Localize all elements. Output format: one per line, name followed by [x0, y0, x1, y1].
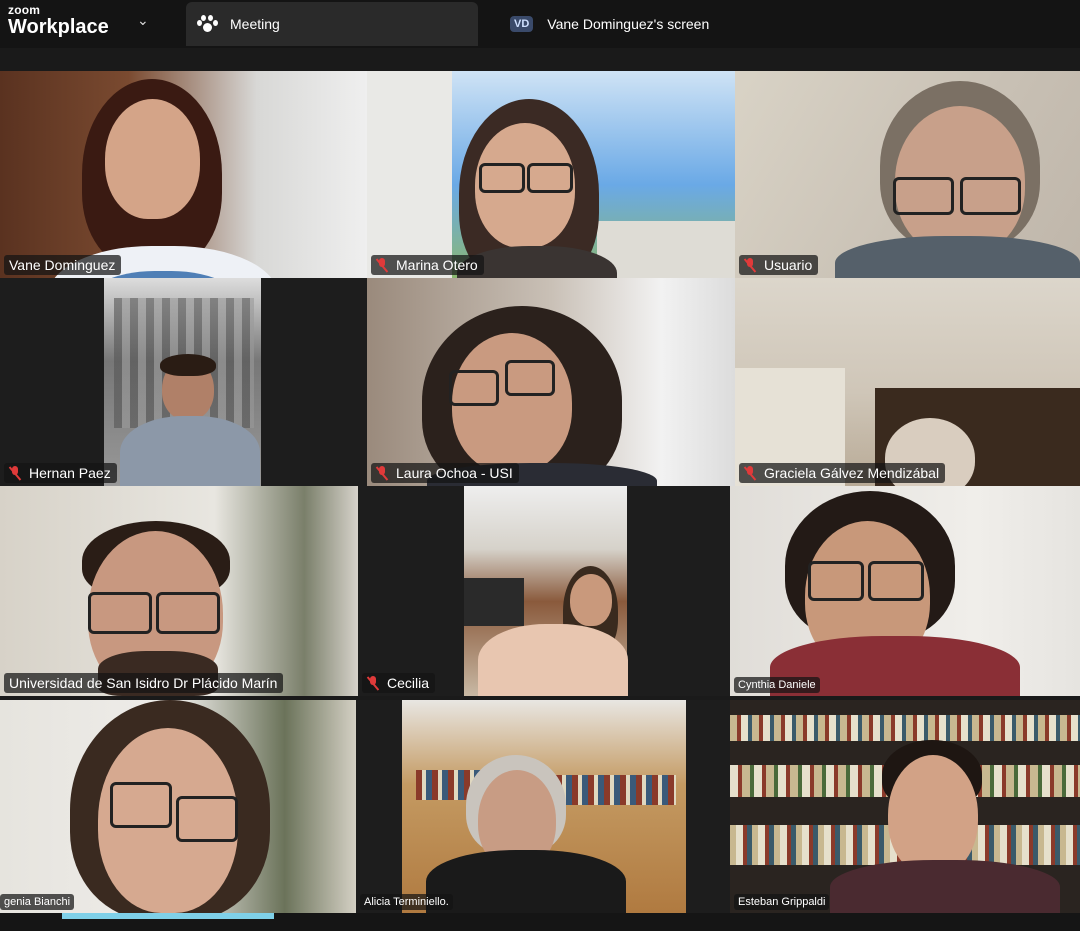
- participant-name: Usuario: [764, 257, 813, 273]
- participant-label: Usuario: [739, 255, 819, 275]
- participant-label: Universidad de San Isidro Dr Plácido Mar…: [4, 673, 284, 693]
- participant-label: Cynthia Daniele: [734, 677, 820, 693]
- video-tile[interactable]: Cecilia: [358, 486, 730, 696]
- participant-label: Laura Ochoa - USI: [371, 463, 519, 483]
- participant-name: genia Bianchi: [4, 896, 71, 908]
- video-tile[interactable]: genia Bianchi: [0, 700, 356, 913]
- participant-label: Marina Otero: [371, 255, 484, 275]
- mic-muted-icon: [367, 676, 379, 690]
- participant-name: Hernan Paez: [29, 465, 111, 481]
- video-tile[interactable]: Marina Otero: [367, 71, 735, 278]
- participant-name: Cecilia: [387, 675, 430, 691]
- mic-muted-icon: [744, 258, 756, 272]
- tab-meeting-label: Meeting: [230, 16, 280, 32]
- mic-muted-icon: [376, 258, 388, 272]
- video-tile[interactable]: Graciela Gálvez Mendizábal: [735, 278, 1080, 486]
- mic-muted-icon: [9, 466, 21, 480]
- participant-label: Esteban Grippaldi: [734, 894, 830, 910]
- video-tile[interactable]: Universidad de San Isidro Dr Plácido Mar…: [0, 486, 358, 696]
- participant-name: Universidad de San Isidro Dr Plácido Mar…: [9, 675, 278, 691]
- participant-label: Alicia Terminiello.: [360, 894, 453, 910]
- video-tile[interactable]: Cynthia Daniele: [730, 486, 1080, 696]
- tab-shared-screen[interactable]: VD Vane Dominguez's screen: [482, 2, 1080, 46]
- video-tile[interactable]: Laura Ochoa - USI: [367, 278, 735, 486]
- scroll-indicator[interactable]: [62, 913, 274, 919]
- video-tile[interactable]: Usuario: [735, 71, 1080, 278]
- participant-name: Esteban Grippaldi: [738, 896, 826, 908]
- participant-name: Graciela Gálvez Mendizábal: [764, 465, 940, 481]
- participant-name: Cynthia Daniele: [738, 679, 816, 691]
- participant-name: Laura Ochoa - USI: [396, 465, 513, 481]
- paw-icon: [196, 15, 218, 33]
- tab-meeting[interactable]: Meeting: [186, 2, 478, 46]
- video-tile[interactable]: Vane Dominguez: [0, 71, 367, 278]
- app-logo: zoom Workplace: [8, 4, 109, 37]
- participant-name: Marina Otero: [396, 257, 478, 273]
- mic-muted-icon: [376, 466, 388, 480]
- participant-label: genia Bianchi: [0, 894, 75, 910]
- mic-muted-icon: [744, 466, 756, 480]
- top-bar: zoom Workplace ⌄ Meeting VD Vane Domingu…: [0, 0, 1080, 48]
- participant-label: Hernan Paez: [4, 463, 117, 483]
- logo-small: zoom: [8, 3, 41, 17]
- video-tile[interactable]: Hernan Paez: [0, 278, 367, 486]
- video-tile[interactable]: Esteban Grippaldi: [730, 700, 1080, 913]
- logo-big: Workplace: [8, 16, 109, 38]
- avatar-badge: VD: [510, 16, 534, 32]
- participant-label: Graciela Gálvez Mendizábal: [739, 463, 946, 483]
- chevron-down-icon[interactable]: ⌄: [137, 12, 149, 29]
- participant-name: Vane Dominguez: [9, 257, 116, 273]
- bottom-bar: [0, 913, 1080, 931]
- tab-shared-screen-label: Vane Dominguez's screen: [547, 16, 710, 32]
- participant-label: Cecilia: [362, 673, 436, 693]
- participant-name: Alicia Terminiello.: [364, 896, 449, 908]
- video-tile[interactable]: Alicia Terminiello.: [356, 700, 730, 913]
- participant-label: Vane Dominguez: [4, 255, 122, 275]
